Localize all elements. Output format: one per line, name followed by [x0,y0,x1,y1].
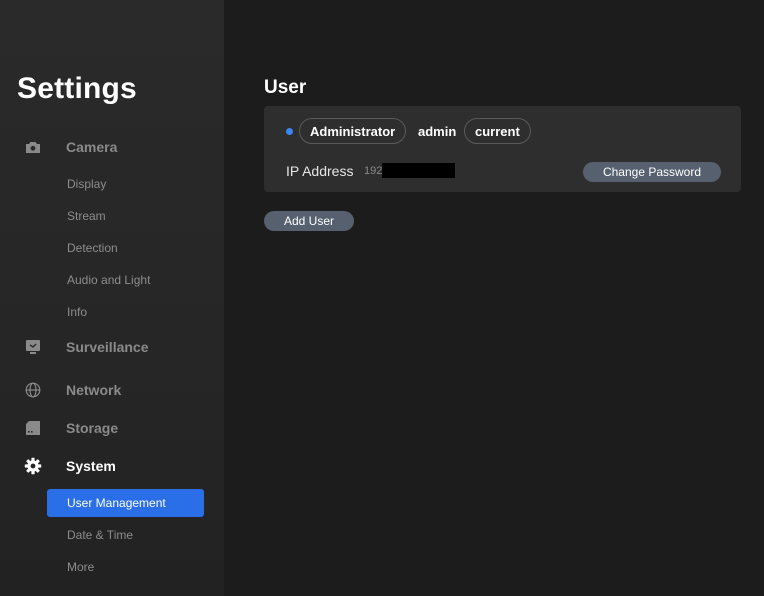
sidebar-section-storage[interactable]: Storage [0,416,224,440]
sidebar-section-label: Camera [66,139,118,155]
sidebar-section-system[interactable]: System [0,454,224,478]
globe-icon [24,382,42,398]
role-badge: Administrator [299,118,407,144]
sidebar-item-label: User Management [67,496,166,510]
sidebar-item-label: Display [67,177,107,191]
sidebar-item-label: Audio and Light [67,273,151,287]
app-title: Settings [17,72,137,105]
user-card: Administrator admin current IP Address 1… [264,106,741,192]
page-title: User [264,77,307,98]
sidebar-section-surveillance[interactable]: Surveillance [0,335,224,359]
ip-address-value: 192 [364,165,383,177]
sidebar-section-label: Surveillance [66,339,149,355]
sidebar-item-label: Date & Time [67,528,134,542]
sidebar-section-label: System [66,458,116,474]
camera-icon [24,139,42,155]
monitor-icon [24,339,42,355]
sidebar: Settings Camera Display Stream Detection… [0,0,224,596]
sidebar-item-audio-and-light[interactable]: Audio and Light [47,266,204,294]
sidebar-item-label: Info [67,305,88,319]
sidebar-item-label: More [67,560,95,574]
ip-redaction [382,163,455,178]
sidebar-section-camera[interactable]: Camera [0,135,224,159]
status-dot [286,128,293,135]
username: admin [418,124,457,139]
change-password-button[interactable]: Change Password [583,162,721,182]
sidebar-item-detection[interactable]: Detection [47,234,204,262]
ip-address-label: IP Address [286,163,354,179]
add-user-button[interactable]: Add User [264,211,354,231]
sidebar-item-display[interactable]: Display [47,170,204,198]
sidebar-item-more[interactable]: More [47,553,204,581]
sidebar-item-info[interactable]: Info [47,298,204,326]
sidebar-item-label: Detection [67,241,118,255]
sidebar-section-label: Network [66,382,122,398]
sidebar-item-label: Stream [67,209,106,223]
current-badge: current [464,118,531,144]
sidebar-item-user-management[interactable]: User Management [47,489,204,517]
sidebar-item-date-time[interactable]: Date & Time [47,521,204,549]
sidebar-section-label: Storage [66,420,119,436]
gear-icon [24,457,42,475]
storage-icon [24,420,42,436]
sidebar-item-stream[interactable]: Stream [47,202,204,230]
sidebar-section-network[interactable]: Network [0,378,224,402]
